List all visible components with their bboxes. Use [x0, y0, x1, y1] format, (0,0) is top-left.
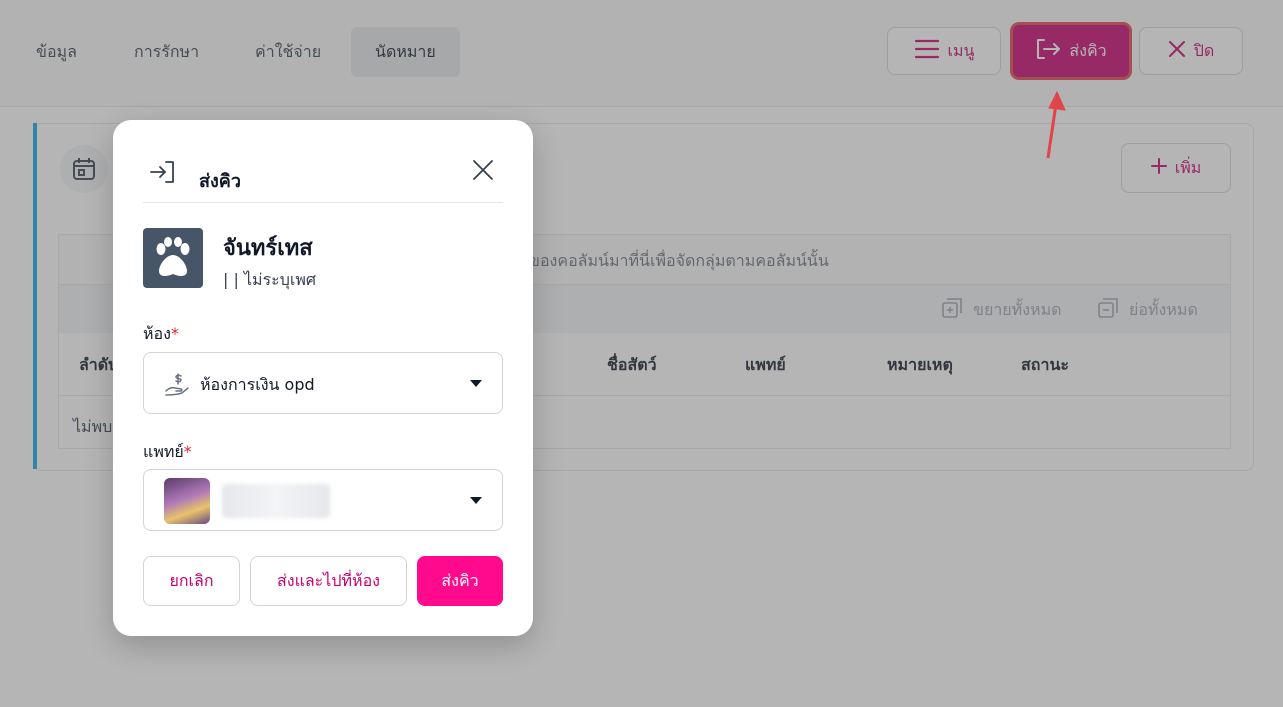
dialog-title: ส่งคิว	[199, 171, 241, 192]
room-select[interactable]: ห้องการเงิน opd	[143, 352, 503, 414]
send-button[interactable]: ส่งคิว	[417, 556, 503, 606]
room-label: ห้อง*	[143, 324, 179, 343]
dialog-header: ส่งคิว	[143, 158, 503, 203]
send-and-go-button[interactable]: ส่งและไปที่ห้อง	[250, 556, 407, 606]
doctor-label: แพทย์*	[143, 442, 192, 461]
doctor-avatar	[164, 478, 210, 524]
cancel-button[interactable]: ยกเลิก	[143, 556, 240, 606]
doctor-select[interactable]	[143, 469, 503, 531]
pet-name: จันทร์เทส	[223, 236, 313, 261]
doctor-name-redacted	[222, 484, 330, 518]
cash-hand-icon	[164, 371, 190, 401]
chevron-down-icon	[470, 497, 482, 504]
pet-details: | | ไม่ระบุเพศ	[223, 270, 317, 289]
dialog-close-icon[interactable]	[471, 158, 495, 182]
annotation-arrow-icon	[1030, 88, 1070, 166]
room-select-value: ห้องการเงิน opd	[200, 375, 315, 394]
paw-icon	[143, 228, 203, 288]
sign-in-icon	[149, 160, 177, 188]
chevron-down-icon	[470, 380, 482, 387]
send-queue-dialog: ส่งคิว จันทร์เทส | | ไม่ระบุเพศ ห้อง* ห้…	[113, 120, 533, 636]
